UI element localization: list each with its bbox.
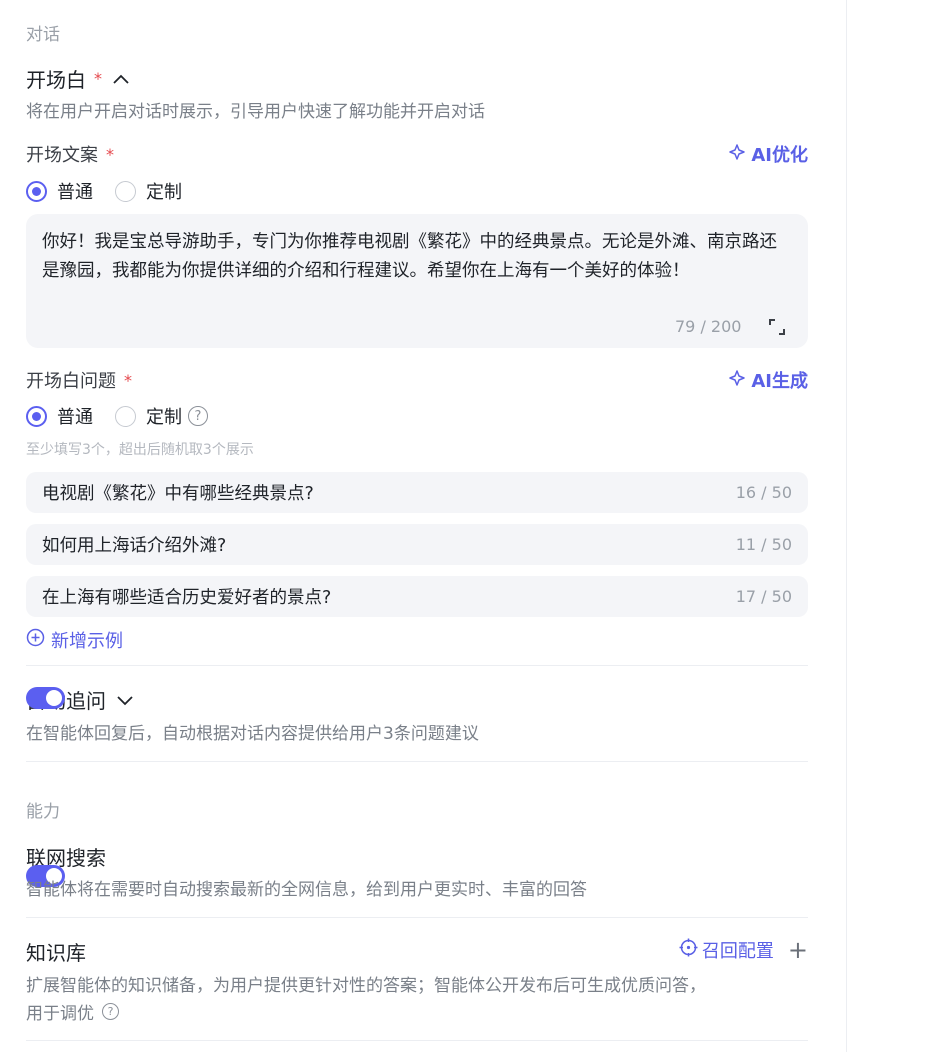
question-counter: 11 / 50 (735, 535, 792, 554)
radio-normal-questions[interactable]: 普通 (26, 403, 93, 429)
question-text: 电视剧《繁花》中有哪些经典景点? (42, 484, 314, 504)
question-text: 在上海有哪些适合历史爱好者的景点? (42, 588, 332, 608)
knowledge-actions: 召回配置 + (679, 937, 808, 963)
questions-hint: 至少填写3个，超出后随机取3个展示 (26, 442, 254, 458)
add-example-button[interactable]: 新增示例 (26, 627, 123, 653)
recall-config-button[interactable]: 召回配置 (679, 937, 774, 963)
radio-custom-questions[interactable]: 定制 (115, 403, 182, 429)
ai-generate-label: AI生成 (751, 371, 808, 392)
section-label-ability: 能力 (26, 802, 60, 822)
magic-wand-icon (728, 369, 746, 392)
question-counter: 17 / 50 (735, 587, 792, 606)
opening-copy-label-row: 开场文案 * (26, 141, 114, 167)
chevron-down-icon[interactable] (116, 694, 134, 706)
knowledge-description-line1: 扩展智能体的知识储备，为用户提供更针对性的答案；智能体公开发布后可生成优质问答， (26, 976, 706, 996)
ai-optimize-button[interactable]: AI优化 (728, 141, 808, 167)
opening-questions-label: 开场白问题 (26, 371, 116, 392)
radio-normal-copy[interactable]: 普通 (26, 178, 93, 204)
add-knowledge-icon[interactable]: + (788, 938, 808, 962)
question-input-2[interactable]: 如何用上海话介绍外滩? 11 / 50 (26, 524, 808, 565)
settings-panel: 对话 开场白 * 将在用户开启对话时展示，引导用户快速了解功能并开启对话 开场文… (26, 0, 808, 1041)
chevron-up-icon[interactable] (112, 73, 130, 85)
opening-text-value: 你好！我是宝总导游助手，专门为你推荐电视剧《繁花》中的经典景点。无论是外滩、南京… (42, 232, 777, 281)
question-input-3[interactable]: 在上海有哪些适合历史爱好者的景点? 17 / 50 (26, 576, 808, 617)
expand-icon[interactable] (768, 318, 786, 340)
radio-label: 普通 (57, 182, 93, 203)
ai-generate-button[interactable]: AI生成 (728, 367, 808, 393)
required-mark: * (124, 370, 132, 390)
auto-followup-description: 在智能体回复后，自动根据对话内容提供给用户3条问题建议 (26, 724, 479, 744)
add-example-label: 新增示例 (51, 631, 123, 652)
knowledge-description-line2-row: 用于调优 ? (26, 999, 119, 1024)
recall-config-label: 召回配置 (701, 941, 774, 962)
opening-questions-mode-radios: 普通 定制 ? (26, 403, 208, 429)
knowledge-description-line2: 用于调优 (26, 1004, 94, 1024)
panel-right-border (846, 0, 847, 1052)
opening-copy-mode-radios: 普通 定制 (26, 178, 204, 204)
radio-selected-icon (26, 405, 47, 427)
radio-selected-icon (26, 180, 47, 202)
radio-unselected-icon (115, 180, 136, 202)
divider (26, 1040, 808, 1041)
crosshair-icon (679, 938, 698, 962)
question-input-1[interactable]: 电视剧《繁花》中有哪些经典景点? 16 / 50 (26, 472, 808, 513)
magic-wand-icon (728, 143, 746, 166)
opening-text-counter: 79 / 200 (675, 317, 742, 336)
divider (26, 665, 808, 666)
ai-optimize-label: AI优化 (751, 145, 808, 166)
opening-title: 开场白 (26, 68, 86, 92)
knowledge-title: 知识库 (26, 941, 86, 965)
help-icon[interactable]: ? (102, 1003, 119, 1020)
radio-unselected-icon (115, 405, 136, 427)
auto-followup-toggle[interactable] (26, 687, 65, 709)
radio-custom-copy[interactable]: 定制 (115, 178, 182, 204)
plus-circle-icon (26, 628, 45, 652)
section-label-dialog: 对话 (26, 25, 60, 45)
question-text: 如何用上海话介绍外滩? (42, 536, 227, 556)
divider (26, 761, 808, 762)
required-mark: * (106, 144, 114, 164)
opening-title-row[interactable]: 开场白 * (26, 64, 130, 93)
opening-questions-label-row: 开场白问题 * (26, 367, 132, 393)
radio-label: 普通 (57, 407, 93, 428)
opening-description: 将在用户开启对话时展示，引导用户快速了解功能并开启对话 (26, 102, 485, 122)
help-icon[interactable]: ? (188, 406, 208, 426)
divider (26, 917, 808, 918)
required-mark: * (94, 69, 102, 88)
radio-label: 定制 (146, 407, 182, 428)
opening-copy-label: 开场文案 (26, 145, 98, 166)
radio-label: 定制 (146, 182, 182, 203)
question-counter: 16 / 50 (735, 483, 792, 502)
web-search-description: 智能体将在需要时自动搜索最新的全网信息，给到用户更实时、丰富的回答 (26, 880, 587, 900)
